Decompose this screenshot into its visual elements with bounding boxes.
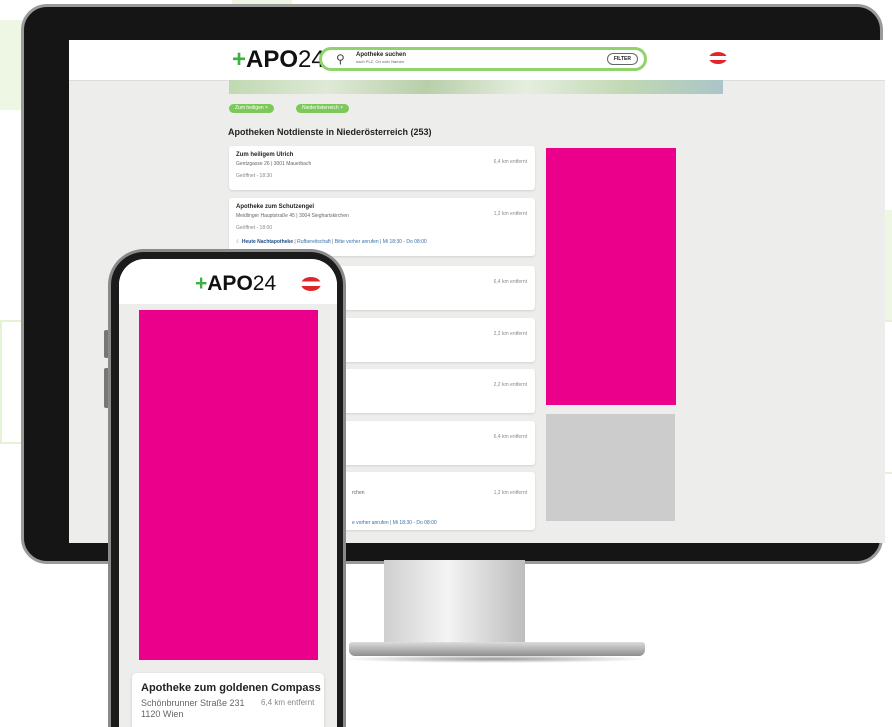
search-icon: ⚲: [336, 52, 345, 66]
pharmacy-city: 1120 Wien: [141, 709, 184, 719]
night-service-details: | Rufbereitschaft | Bitte vorher anrufen…: [293, 239, 427, 245]
filter-chip-zum-heiligen[interactable]: Zum heiligen ×: [229, 104, 274, 113]
advertisement-placeholder: [546, 414, 675, 521]
pharmacy-address: Gentzgasse 26 | 3001 Mauerbach: [236, 161, 312, 167]
pharmacy-distance: 6,4 km entfernt: [261, 698, 315, 707]
pharmacy-distance: 1,2 km entfernt: [493, 490, 527, 496]
night-service-details[interactable]: e vorher anrufen | Mi 18:30 - Do 08:00: [352, 520, 437, 526]
pharmacy-status: Geöffnet - 18:00: [236, 225, 273, 231]
apo24-logo[interactable]: +APO24: [232, 46, 325, 74]
austria-flag-icon[interactable]: [709, 52, 727, 64]
filter-button[interactable]: FILTER: [606, 53, 638, 65]
pharmacy-distance: 6,4 km entfernt: [493, 159, 527, 165]
apo24-logo[interactable]: +APO24: [195, 272, 276, 296]
desktop-header: +APO24 ⚲ Apotheke suchen nach PLZ, Ort o…: [69, 40, 885, 81]
pharmacy-distance: 2,2 km entfernt: [493, 331, 527, 337]
pharmacy-name: Zum heiligem Ulrich: [236, 152, 294, 158]
filter-chip-niederoesterreich[interactable]: Niederösterreich ×: [296, 104, 349, 113]
monitor-base: [349, 642, 645, 656]
background-green-block: [0, 20, 22, 110]
advertisement-banner[interactable]: [546, 148, 676, 405]
monitor-shadow: [340, 655, 650, 663]
map-preview[interactable]: [229, 80, 723, 94]
night-service-label: Heute Nachtapotheke: [241, 239, 293, 245]
pharmacy-name: Apotheke zum Schutzengel: [236, 204, 315, 210]
pharmacy-distance: 6,4 km entfernt: [493, 434, 527, 440]
results-title: Apotheken Notdienste in Niederösterreich…: [228, 127, 432, 137]
austria-flag-icon[interactable]: [301, 277, 321, 291]
pharmacy-distance: 6,4 km entfernt: [493, 279, 527, 285]
search-bar[interactable]: ⚲ Apotheke suchen nach PLZ, Ort oder Nam…: [319, 47, 647, 71]
pharmacy-status: Geöffnet - 18:30: [236, 173, 273, 179]
pharmacy-distance: 1,2 km entfernt: [493, 211, 527, 217]
pharmacy-street: Schönbrunner Straße 231: [141, 698, 245, 708]
pharmacy-address: rchen: [352, 490, 365, 496]
mobile-screen: +APO24 Apotheke zum goldenen Compass Sch…: [119, 259, 337, 727]
moon-icon: ☾: [236, 239, 241, 245]
advertisement-banner[interactable]: [139, 310, 318, 660]
pharmacy-card[interactable]: Apotheke zum goldenen Compass Schönbrunn…: [132, 673, 324, 727]
pharmacy-distance: 2,2 km entfernt: [493, 382, 527, 388]
pharmacy-name: Apotheke zum goldenen Compass: [141, 682, 321, 694]
night-service-info[interactable]: ☾ Heute Nachtapotheke | Rufbereitschaft …: [236, 239, 427, 245]
search-title: Apotheke suchen: [356, 52, 407, 58]
mobile-header: +APO24: [119, 259, 337, 304]
search-subtitle: nach PLZ, Ort oder Namen: [356, 59, 405, 64]
pharmacy-card[interactable]: Zum heiligem Ulrich Gentzgasse 26 | 3001…: [229, 146, 535, 190]
pharmacy-card[interactable]: Apotheke zum Schutzengel Meidlinger Haup…: [229, 198, 535, 256]
pharmacy-address: Meidlinger Hauptstraße 45 | 3004 Sieghar…: [236, 213, 349, 219]
